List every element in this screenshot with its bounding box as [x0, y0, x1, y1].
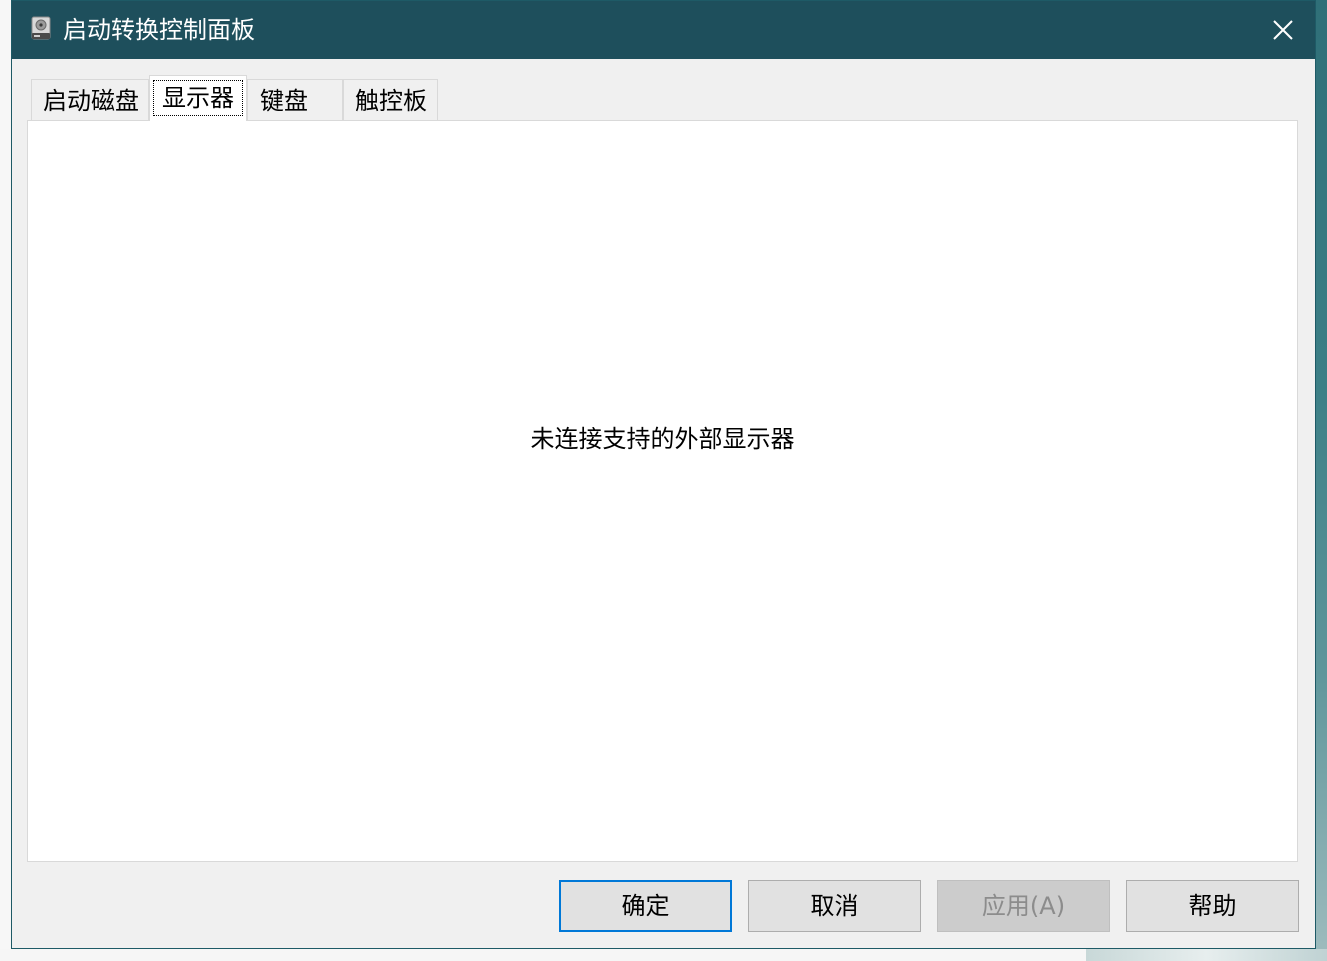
desktop-background-right: [1316, 0, 1327, 961]
tab-display[interactable]: 显示器: [149, 75, 247, 121]
no-external-display-message: 未连接支持的外部显示器: [530, 425, 795, 453]
tab-label: 显示器: [153, 80, 243, 116]
window-title: 启动转换控制面板: [63, 16, 255, 44]
ok-button[interactable]: 确定: [559, 880, 732, 932]
help-button[interactable]: 帮助: [1126, 880, 1299, 932]
tab-keyboard[interactable]: 键盘: [247, 79, 343, 121]
disk-drive-icon: [30, 16, 52, 42]
display-tab-panel: 未连接支持的外部显示器: [27, 120, 1298, 862]
tab-label: 启动磁盘: [43, 87, 139, 115]
close-icon: [1273, 20, 1293, 40]
desktop-background-left: [0, 0, 11, 961]
desktop-background-bottom-right: [1086, 949, 1327, 961]
control-panel-window: 启动转换控制面板 启动磁盘 显示器 键盘 触控板 未连接支持的外部显示器 确定 …: [11, 0, 1316, 949]
tab-label: 触控板: [355, 87, 427, 115]
tab-trackpad[interactable]: 触控板: [343, 79, 438, 121]
title-bar[interactable]: 启动转换控制面板: [12, 1, 1315, 59]
cancel-button[interactable]: 取消: [748, 880, 921, 932]
close-button[interactable]: [1251, 1, 1315, 59]
tab-label: 键盘: [260, 87, 308, 115]
tab-startup-disk[interactable]: 启动磁盘: [31, 79, 149, 121]
apply-button[interactable]: 应用(A): [937, 880, 1110, 932]
